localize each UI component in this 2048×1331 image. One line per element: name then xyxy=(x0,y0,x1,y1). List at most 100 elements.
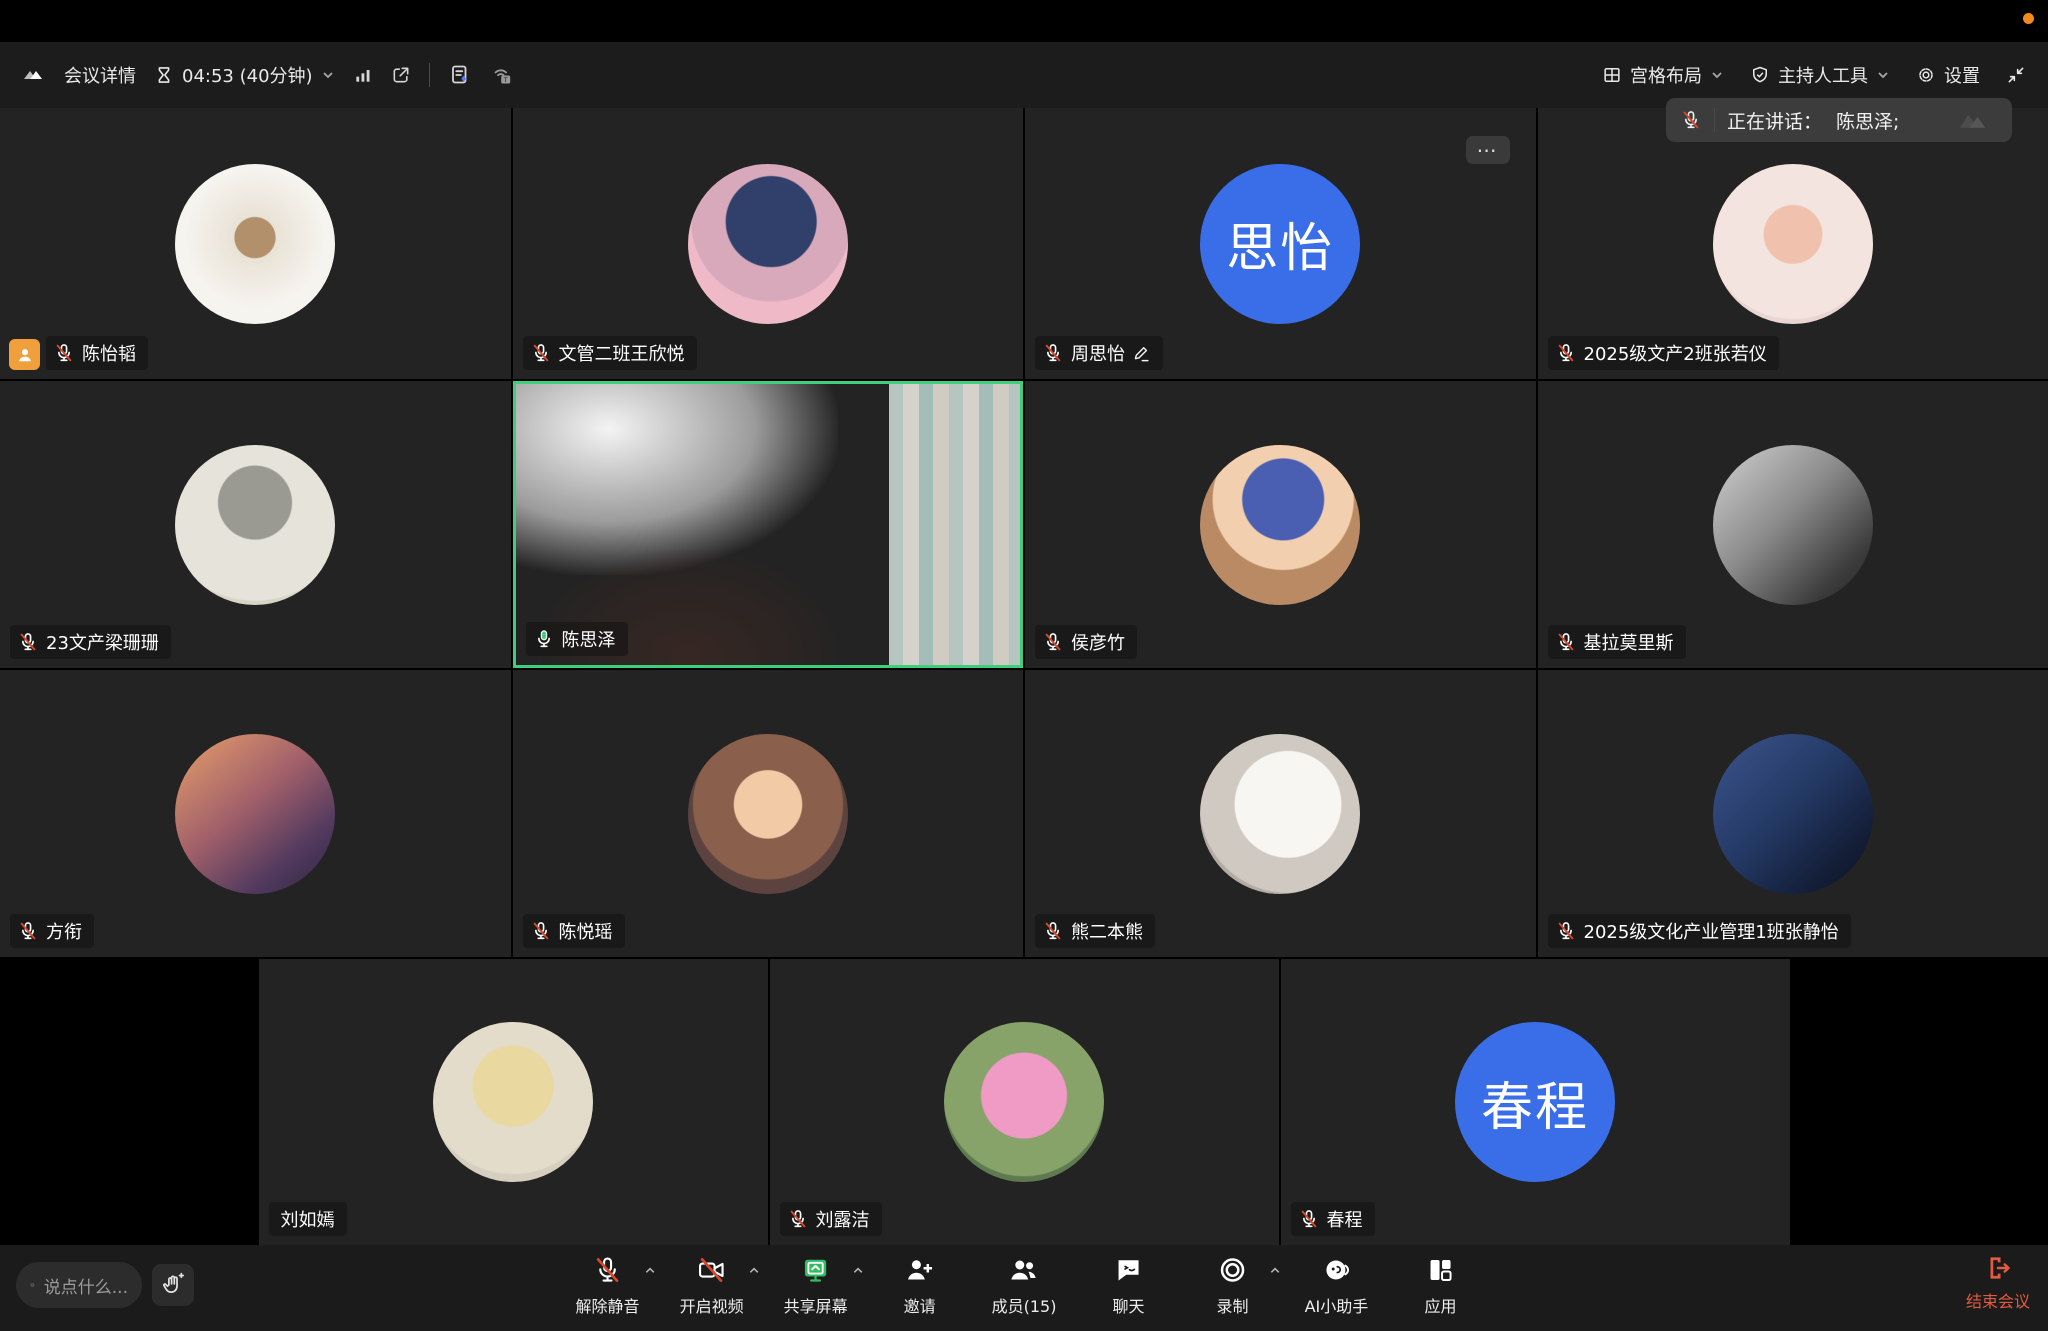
person-badge-icon xyxy=(9,339,40,370)
mic-muted-icon xyxy=(17,920,39,942)
main-actions: 解除静音 开启视频 共享屏幕 邀请 成员(15) xyxy=(576,1253,1473,1317)
settings-button[interactable]: 设置 xyxy=(1916,62,1980,88)
tile-zhousiyi[interactable]: 思怡 ⋯ 周思怡 xyxy=(1025,108,1536,379)
members-icon xyxy=(1009,1255,1039,1285)
name-label: 侯彦竹 xyxy=(1035,625,1137,659)
avatar xyxy=(1713,445,1873,605)
name-label: 2025级文产2班张若仪 xyxy=(1548,336,1779,370)
tile-xiongerbenxiong[interactable]: 熊二本熊 xyxy=(1025,670,1536,957)
camera-active-indicator xyxy=(2023,13,2034,24)
start-video-button[interactable]: 开启视频 xyxy=(680,1253,744,1317)
name-label: 春程 xyxy=(1291,1202,1375,1236)
avatar xyxy=(175,445,335,605)
avatar xyxy=(433,1022,593,1182)
system-menubar xyxy=(0,0,2048,42)
avatar xyxy=(175,164,335,324)
invite-button[interactable]: 邀请 xyxy=(888,1253,952,1317)
network-quality-icon[interactable] xyxy=(353,65,373,85)
ai-assistant-icon xyxy=(1321,1255,1351,1285)
action-label: AI小助手 xyxy=(1305,1293,1369,1317)
mic-muted-icon xyxy=(1680,109,1702,131)
action-label: 邀请 xyxy=(904,1293,936,1317)
action-label: 录制 xyxy=(1216,1293,1248,1317)
tile-chensize-video[interactable]: 陈思泽 xyxy=(513,381,1024,668)
grid-last-row: 刘如嫣 刘露洁 春程 春程 xyxy=(0,959,2048,1245)
speaking-name: 陈思泽; xyxy=(1836,107,1899,134)
layout-switch-button[interactable]: 宫格布局 xyxy=(1602,62,1724,88)
participant-name: 陈怡韬 xyxy=(82,340,136,366)
more-icon: ⋯ xyxy=(1477,138,1499,162)
apps-button[interactable]: 应用 xyxy=(1408,1253,1472,1317)
active-speaker-toast: 正在讲话： 陈思泽; xyxy=(1666,98,2012,142)
quick-chat-input[interactable]: 说点什么... xyxy=(16,1262,142,1308)
chevron-up-icon[interactable] xyxy=(852,1264,865,1277)
mic-muted-icon xyxy=(1042,631,1064,653)
meeting-timer[interactable]: 04:53 (40分钟) xyxy=(154,62,335,88)
tile-jilamolisi[interactable]: 基拉莫里斯 xyxy=(1538,381,2048,668)
host-tools-label: 主持人工具 xyxy=(1778,62,1868,88)
meeting-details-button[interactable]: 会议详情 xyxy=(64,62,136,88)
edit-name-icon[interactable] xyxy=(1132,344,1151,363)
mic-muted-icon xyxy=(17,631,39,653)
participant-name: 2025级文产2班张若仪 xyxy=(1584,340,1767,366)
end-meeting-button[interactable]: 结束会议 xyxy=(1966,1253,2030,1312)
open-external-icon[interactable] xyxy=(391,65,411,85)
mic-muted-icon xyxy=(1555,342,1577,364)
mic-active-icon xyxy=(533,628,555,650)
ai-notes-icon[interactable] xyxy=(448,63,472,87)
tile-liulujie[interactable]: 刘露洁 xyxy=(770,959,1279,1245)
participant-name: 文管二班王欣悦 xyxy=(559,340,685,366)
layout-label: 宫格布局 xyxy=(1630,62,1702,88)
chat-icon xyxy=(1113,1255,1143,1285)
tile-chuncheng[interactable]: 春程 春程 xyxy=(1281,959,1790,1245)
meeting-details-label: 会议详情 xyxy=(64,62,136,88)
tile-houyanzhu[interactable]: 侯彦竹 xyxy=(1025,381,1536,668)
apps-icon xyxy=(1425,1255,1455,1285)
share-screen-button[interactable]: 共享屏幕 xyxy=(784,1253,848,1317)
name-label: 陈思泽 xyxy=(526,622,628,656)
chevron-up-icon[interactable] xyxy=(748,1264,761,1277)
tile-liuruyan[interactable]: 刘如嫣 xyxy=(259,959,768,1245)
name-label: 文管二班王欣悦 xyxy=(523,336,697,370)
mic-muted-icon xyxy=(1042,342,1064,364)
settings-label: 设置 xyxy=(1944,62,1980,88)
tile-chenyueyao[interactable]: 陈悦瑶 xyxy=(513,670,1024,957)
end-meeting-label: 结束会议 xyxy=(1966,1288,2030,1312)
name-label: 熊二本熊 xyxy=(1035,914,1155,948)
chat-button[interactable]: 聊天 xyxy=(1096,1253,1160,1317)
ai-assistant-button[interactable]: AI小助手 xyxy=(1304,1253,1368,1317)
name-label: 2025级文化产业管理1班张静怡 xyxy=(1548,914,1851,948)
captions-icon[interactable]: T xyxy=(490,63,514,87)
avatar: 春程 xyxy=(1455,1022,1615,1182)
unmute-button[interactable]: 解除静音 xyxy=(576,1253,640,1317)
end-meeting-icon xyxy=(1983,1253,2013,1283)
record-button[interactable]: 录制 xyxy=(1200,1253,1264,1317)
chevron-up-icon[interactable] xyxy=(1268,1264,1281,1277)
name-label: 刘露洁 xyxy=(780,1202,882,1236)
participant-name: 23文产梁珊珊 xyxy=(46,629,159,655)
mic-muted-icon xyxy=(1555,631,1577,653)
tile-fangxian[interactable]: 方衔 xyxy=(0,670,511,957)
tile-liangshanshan[interactable]: 23文产梁珊珊 xyxy=(0,381,511,668)
tile-zhangjingyi[interactable]: 2025级文化产业管理1班张静怡 xyxy=(1538,670,2048,957)
mic-muted-icon xyxy=(1555,920,1577,942)
name-label: 周思怡 xyxy=(1035,336,1163,370)
host-tools-button[interactable]: 主持人工具 xyxy=(1750,62,1890,88)
tile-chenyitao[interactable]: 陈怡韬 xyxy=(0,108,511,379)
exit-fullscreen-button[interactable] xyxy=(2006,65,2026,85)
raise-hand-button[interactable] xyxy=(152,1264,194,1306)
action-label: 开启视频 xyxy=(680,1293,744,1317)
action-label: 共享屏幕 xyxy=(784,1293,848,1317)
chevron-up-icon[interactable] xyxy=(644,1264,657,1277)
more-options-button[interactable]: ⋯ xyxy=(1466,136,1510,164)
mic-muted-icon xyxy=(593,1255,623,1285)
participant-name: 刘露洁 xyxy=(816,1206,870,1232)
action-label: 应用 xyxy=(1424,1293,1456,1317)
tile-zhangruoyi[interactable]: 2025级文产2班张若仪 xyxy=(1538,108,2048,379)
members-button[interactable]: 成员(15) xyxy=(992,1253,1057,1317)
bottom-toolbar: 说点什么... 解除静音 开启视频 共享屏幕 xyxy=(0,1245,2048,1331)
tile-wangxinyue[interactable]: 文管二班王欣悦 xyxy=(513,108,1024,379)
name-label: 基拉莫里斯 xyxy=(1548,625,1686,659)
shield-check-icon xyxy=(1750,65,1770,85)
speaking-label: 正在讲话： xyxy=(1727,107,1822,134)
